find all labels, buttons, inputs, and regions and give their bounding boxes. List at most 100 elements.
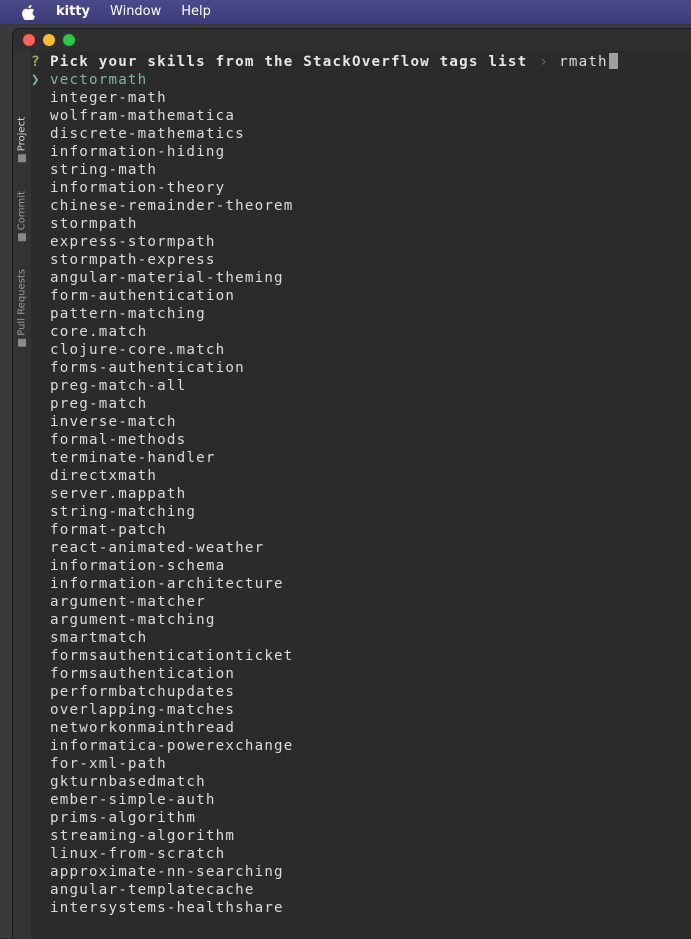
selection-pointer bbox=[31, 647, 50, 665]
selection-pointer bbox=[31, 467, 50, 485]
list-item-label: ember-simple-auth bbox=[50, 792, 216, 808]
list-item-label: informatica-powerexchange bbox=[50, 738, 294, 754]
list-item[interactable]: form-authentication bbox=[31, 287, 294, 305]
list-item-label: express-stormpath bbox=[50, 234, 216, 250]
list-item-label: discrete-mathematics bbox=[50, 126, 245, 142]
list-item[interactable]: performbatchupdates bbox=[31, 683, 294, 701]
list-item-label: react-animated-weather bbox=[50, 540, 265, 556]
list-item-label: integer-math bbox=[50, 90, 167, 106]
apple-icon[interactable] bbox=[20, 4, 36, 20]
list-item[interactable]: information-theory bbox=[31, 179, 294, 197]
list-item[interactable]: server.mappath bbox=[31, 485, 294, 503]
selection-pointer bbox=[31, 359, 50, 377]
list-item-label: server.mappath bbox=[50, 486, 187, 502]
list-item[interactable]: stormpath bbox=[31, 215, 294, 233]
selection-pointer bbox=[31, 863, 50, 881]
list-item-label: argument-matching bbox=[50, 612, 216, 628]
list-item[interactable]: formsauthenticationticket bbox=[31, 647, 294, 665]
list-item[interactable]: stormpath-express bbox=[31, 251, 294, 269]
list-item[interactable]: linux-from-scratch bbox=[31, 845, 294, 863]
list-item[interactable]: integer-math bbox=[31, 89, 294, 107]
window-titlebar[interactable] bbox=[13, 29, 691, 51]
list-item[interactable]: approximate-nn-searching bbox=[31, 863, 294, 881]
list-item[interactable]: express-stormpath bbox=[31, 233, 294, 251]
list-item[interactable]: angular-templatecache bbox=[31, 881, 294, 899]
sidebar-tab-label: Commit bbox=[16, 191, 28, 231]
menu-app-name[interactable]: kitty bbox=[56, 0, 90, 24]
list-item[interactable]: core.match bbox=[31, 323, 294, 341]
list-item[interactable]: preg-match-all bbox=[31, 377, 294, 395]
search-input[interactable]: rmath bbox=[559, 53, 608, 71]
list-item-label: intersystems-healthshare bbox=[50, 900, 284, 916]
terminal-pane[interactable]: ? Pick your skills from the StackOverflo… bbox=[31, 51, 691, 939]
list-item-label: networkonmainthread bbox=[50, 720, 236, 736]
terminal-window: Project Commit Pull Requests ? Pick your… bbox=[12, 28, 691, 939]
menu-help[interactable]: Help bbox=[181, 0, 211, 24]
list-item[interactable]: streaming-algorithm bbox=[31, 827, 294, 845]
list-item[interactable]: inverse-match bbox=[31, 413, 294, 431]
list-item[interactable]: informatica-powerexchange bbox=[31, 737, 294, 755]
maximize-button[interactable] bbox=[63, 34, 75, 46]
list-item[interactable]: react-animated-weather bbox=[31, 539, 294, 557]
menu-window[interactable]: Window bbox=[110, 0, 161, 24]
list-item[interactable]: information-architecture bbox=[31, 575, 294, 593]
list-item[interactable]: angular-material-theming bbox=[31, 269, 294, 287]
sidebar-tab-pull-requests[interactable]: Pull Requests bbox=[14, 269, 30, 347]
list-item[interactable]: preg-match bbox=[31, 395, 294, 413]
list-item[interactable]: string-math bbox=[31, 161, 294, 179]
selection-pointer bbox=[31, 395, 50, 413]
list-item[interactable]: formal-methods bbox=[31, 431, 294, 449]
list-item[interactable]: smartmatch bbox=[31, 629, 294, 647]
list-item[interactable]: gkturnbasedmatch bbox=[31, 773, 294, 791]
list-item[interactable]: argument-matcher bbox=[31, 593, 294, 611]
selection-pointer bbox=[31, 287, 50, 305]
list-item[interactable]: prims-algorithm bbox=[31, 809, 294, 827]
list-item[interactable]: chinese-remainder-theorem bbox=[31, 197, 294, 215]
list-item[interactable]: intersystems-healthshare bbox=[31, 899, 294, 917]
list-item-label: form-authentication bbox=[50, 288, 236, 304]
list-item[interactable]: clojure-core.match bbox=[31, 341, 294, 359]
list-item[interactable]: terminate-handler bbox=[31, 449, 294, 467]
list-item[interactable]: information-hiding bbox=[31, 143, 294, 161]
selection-pointer bbox=[31, 161, 50, 179]
list-item-label: directxmath bbox=[50, 468, 158, 484]
list-item[interactable]: wolfram-mathematica bbox=[31, 107, 294, 125]
list-item-label: terminate-handler bbox=[50, 450, 216, 466]
sidebar-tab-commit[interactable]: Commit bbox=[14, 191, 30, 242]
list-item[interactable]: discrete-mathematics bbox=[31, 125, 294, 143]
list-item-label: overlapping-matches bbox=[50, 702, 236, 718]
list-item-label: gkturnbasedmatch bbox=[50, 774, 206, 790]
list-item[interactable]: information-schema bbox=[31, 557, 294, 575]
list-item[interactable]: string-matching bbox=[31, 503, 294, 521]
list-item[interactable]: forms-authentication bbox=[31, 359, 294, 377]
list-item-label: string-matching bbox=[50, 504, 197, 520]
list-item[interactable]: ember-simple-auth bbox=[31, 791, 294, 809]
selection-pointer bbox=[31, 755, 50, 773]
list-item-label: streaming-algorithm bbox=[50, 828, 236, 844]
list-item[interactable]: argument-matching bbox=[31, 611, 294, 629]
selection-pointer bbox=[31, 773, 50, 791]
list-item-label: smartmatch bbox=[50, 630, 148, 646]
list-item-label: information-hiding bbox=[50, 144, 226, 160]
selection-pointer bbox=[31, 323, 50, 341]
list-item[interactable]: format-patch bbox=[31, 521, 294, 539]
tool-window-strip: Project Commit Pull Requests bbox=[13, 51, 32, 939]
list-item[interactable]: pattern-matching bbox=[31, 305, 294, 323]
minimize-button[interactable] bbox=[43, 34, 55, 46]
list-item-label: angular-templatecache bbox=[50, 882, 255, 898]
list-item[interactable]: directxmath bbox=[31, 467, 294, 485]
selection-pointer bbox=[31, 431, 50, 449]
list-item-selected[interactable]: ❯ vectormath bbox=[31, 71, 294, 89]
selection-pointer bbox=[31, 341, 50, 359]
sidebar-tab-project[interactable]: Project bbox=[14, 117, 30, 163]
close-button[interactable] bbox=[23, 34, 35, 46]
selection-pointer bbox=[31, 107, 50, 125]
list-item[interactable]: formsauthentication bbox=[31, 665, 294, 683]
selection-pointer bbox=[31, 719, 50, 737]
selection-pointer bbox=[31, 233, 50, 251]
autocomplete-list: ❯ vectormath integer-math wolfram-mathemati… bbox=[31, 71, 294, 917]
list-item[interactable]: networkonmainthread bbox=[31, 719, 294, 737]
list-item[interactable]: overlapping-matches bbox=[31, 701, 294, 719]
list-item[interactable]: for-xml-path bbox=[31, 755, 294, 773]
list-item-label: formsauthentication bbox=[50, 666, 236, 682]
